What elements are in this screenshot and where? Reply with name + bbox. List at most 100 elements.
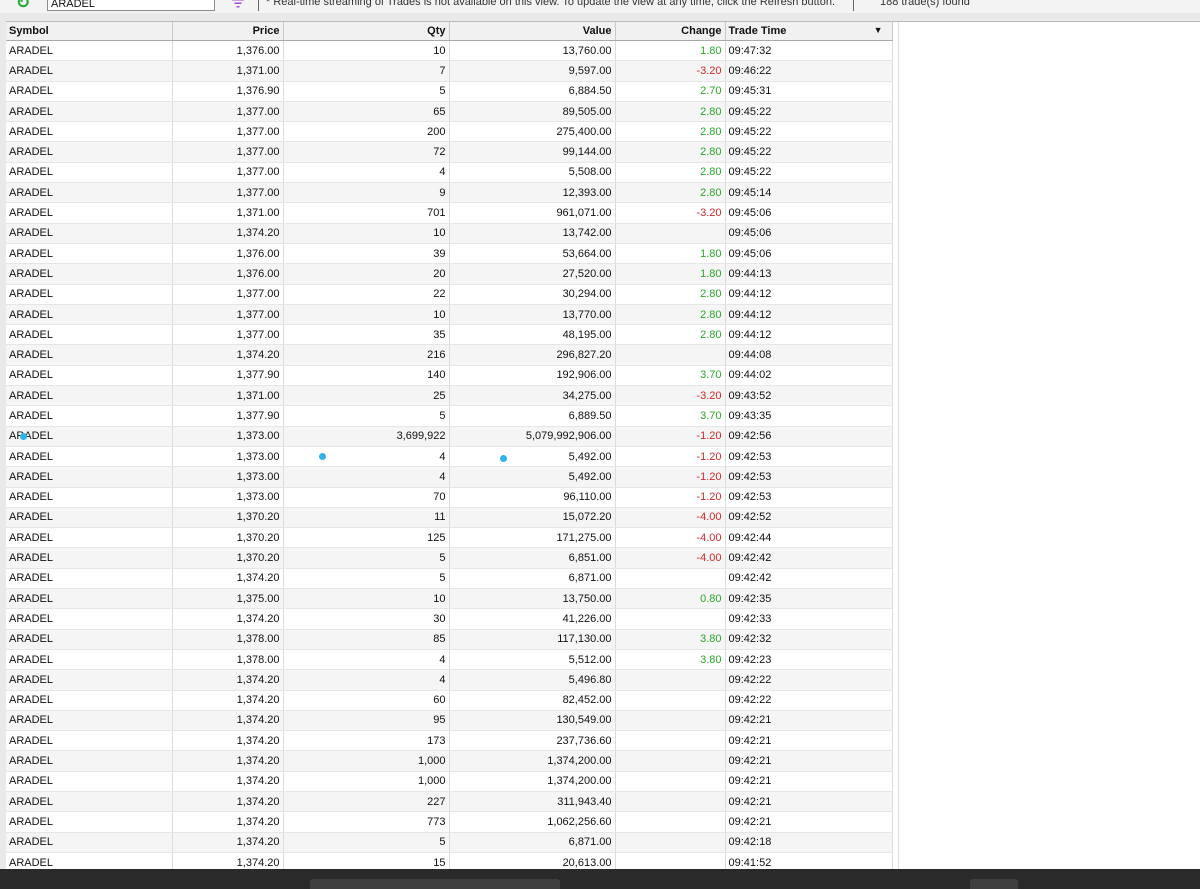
cell-qty: 15 — [283, 852, 450, 869]
cell-change: -1.20 — [615, 466, 726, 488]
table-row[interactable]: ARADEL 1,373.00 4 5,492.00 -1.20 09:42:53 — [6, 446, 893, 468]
cell-trade-time: 09:42:52 — [725, 507, 893, 529]
table-row[interactable]: ARADEL 1,374.20 30 41,226.00 09:42:33 — [6, 608, 893, 630]
table-row[interactable]: ARADEL 1,374.20 5 6,871.00 09:42:42 — [6, 568, 893, 590]
cell-symbol: ARADEL — [6, 101, 173, 123]
symbol-search-input[interactable] — [47, 0, 215, 11]
table-row[interactable]: ARADEL 1,377.00 35 48,195.00 2.80 09:44:12 — [6, 324, 893, 346]
table-row[interactable]: ARADEL 1,378.00 85 117,130.00 3.80 09:42:32 — [6, 629, 893, 650]
cell-value: 171,275.00 — [449, 527, 616, 549]
table-row[interactable]: ARADEL 1,377.90 5 6,889.50 3.70 09:43:35 — [6, 405, 893, 427]
cell-price: 1,374.20 — [172, 690, 284, 711]
table-row[interactable]: ARADEL 1,371.00 701 961,071.00 -3.20 09:45:06 — [6, 202, 893, 224]
table-row[interactable]: ARADEL 1,377.00 9 12,393.00 2.80 09:45:14 — [6, 182, 893, 204]
cell-trade-time: 09:45:14 — [725, 182, 893, 204]
cell-price: 1,371.00 — [172, 60, 284, 82]
cell-change — [615, 750, 726, 772]
cell-symbol: ARADEL — [6, 141, 173, 163]
cell-value: 15,072.20 — [449, 507, 616, 529]
table-row[interactable]: ARADEL 1,377.00 65 89,505.00 2.80 09:45:22 — [6, 101, 893, 123]
taskbar-app[interactable] — [970, 879, 1018, 889]
table-row[interactable]: ARADEL 1,374.20 216 296,827.20 09:44:08 — [6, 344, 893, 366]
cell-price: 1,373.00 — [172, 487, 284, 508]
table-row[interactable]: ARADEL 1,375.00 10 13,750.00 0.80 09:42:35 — [6, 588, 893, 610]
cell-value: 96,110.00 — [449, 487, 616, 508]
cell-symbol: ARADEL — [6, 649, 173, 671]
cell-trade-time: 09:42:21 — [725, 710, 893, 732]
sort-desc-icon[interactable]: ▼ — [874, 25, 883, 35]
table-row[interactable]: ARADEL 1,377.00 4 5,508.00 2.80 09:45:22 — [6, 162, 893, 184]
cell-qty: 20 — [283, 263, 450, 285]
table-row[interactable]: ARADEL 1,378.00 4 5,512.00 3.80 09:42:23 — [6, 649, 893, 671]
table-row[interactable]: ARADEL 1,377.00 22 30,294.00 2.80 09:44:12 — [6, 284, 893, 305]
cell-change — [615, 791, 726, 813]
column-header-price[interactable]: Price — [172, 22, 284, 41]
column-header-value[interactable]: Value — [449, 22, 616, 41]
taskbar-app[interactable] — [310, 879, 560, 889]
table-row[interactable]: ARADEL 1,377.00 72 99,144.00 2.80 09:45:22 — [6, 141, 893, 163]
cell-trade-time: 09:45:22 — [725, 162, 893, 184]
refresh-button[interactable]: ↻ — [14, 0, 32, 12]
cell-change: -1.20 — [615, 426, 726, 447]
cell-value: 13,770.00 — [449, 304, 616, 326]
cell-qty: 10 — [283, 223, 450, 244]
table-row[interactable]: ARADEL 1,370.20 5 6,851.00 -4.00 09:42:42 — [6, 547, 893, 569]
cell-trade-time: 09:42:21 — [725, 811, 893, 833]
cell-value: 5,508.00 — [449, 162, 616, 184]
cell-price: 1,377.00 — [172, 324, 284, 346]
table-row[interactable]: ARADEL 1,376.90 5 6,884.50 2.70 09:45:31 — [6, 81, 893, 102]
table-row[interactable]: ARADEL 1,374.20 95 130,549.00 09:42:21 — [6, 710, 893, 732]
table-row[interactable]: ARADEL 1,373.00 3,699,922 5,079,992,906.00-… — [6, 426, 893, 447]
column-header-change[interactable]: Change — [615, 22, 726, 41]
cell-qty: 4 — [283, 162, 450, 184]
table-row[interactable]: ARADEL 1,374.20 173 237,736.60 09:42:21 — [6, 730, 893, 752]
table-row[interactable]: ARADEL 1,373.00 70 96,110.00 -1.20 09:42:53 — [6, 487, 893, 508]
cell-symbol: ARADEL — [6, 263, 173, 285]
cell-change — [615, 608, 726, 630]
cell-price: 1,370.20 — [172, 527, 284, 549]
cell-change: 1.80 — [615, 40, 726, 62]
cell-qty: 1,000 — [283, 750, 450, 772]
table-row[interactable]: ARADEL 1,374.20 227 311,943.40 09:42:21 — [6, 791, 893, 813]
cell-change: 1.80 — [615, 243, 726, 265]
column-header-qty[interactable]: Qty — [283, 22, 450, 41]
table-row[interactable]: ARADEL 1,377.00 10 13,770.00 2.80 09:44:12 — [6, 304, 893, 326]
trade-time-label: Trade Time — [728, 25, 787, 37]
cell-trade-time: 09:47:32 — [725, 40, 893, 62]
table-row[interactable]: ARADEL 1,376.00 39 53,664.00 1.80 09:45:06 — [6, 243, 893, 265]
cell-change — [615, 811, 726, 833]
cell-value: 6,884.50 — [449, 81, 616, 102]
table-row[interactable]: ARADEL 1,374.20 60 82,452.00 09:42:22 — [6, 690, 893, 711]
table-row[interactable]: ARADEL 1,374.20 1,000 1,374,200.00 09:42:21 — [6, 771, 893, 792]
table-row[interactable]: ARADEL 1,374.20 4 5,496.80 09:42:22 — [6, 669, 893, 691]
cell-value: 5,512.00 — [449, 649, 616, 671]
cell-symbol: ARADEL — [6, 121, 173, 143]
table-row[interactable]: ARADEL 1,376.00 10 13,760.00 1.80 09:47:32 — [6, 40, 893, 62]
table-row[interactable]: ARADEL 1,376.00 20 27,520.00 1.80 09:44:13 — [6, 263, 893, 285]
column-header-symbol[interactable]: Symbol — [6, 22, 173, 41]
table-row[interactable]: ARADEL 1,374.20 10 13,742.00 09:45:06 — [6, 223, 893, 244]
table-row[interactable]: ARADEL 1,377.90 140 192,906.00 3.70 09:44:02 — [6, 365, 893, 387]
cell-change: -1.20 — [615, 446, 726, 468]
table-row[interactable]: ARADEL 1,377.00 200 275,400.00 2.80 09:45:22 — [6, 121, 893, 143]
table-row[interactable]: ARADEL 1,374.20 5 6,871.00 09:42:18 — [6, 832, 893, 853]
table-row[interactable]: ARADEL 1,371.00 7 9,597.00 -3.20 09:46:22 — [6, 60, 893, 82]
cell-trade-time: 09:44:12 — [725, 284, 893, 305]
cell-trade-time: 09:42:56 — [725, 426, 893, 447]
cell-qty: 39 — [283, 243, 450, 265]
table-row[interactable]: ARADEL 1,374.20 15 20,613.00 09:41:52 — [6, 852, 893, 869]
cell-trade-time: 09:44:02 — [725, 365, 893, 387]
table-row[interactable]: ARADEL 1,374.20 1,000 1,374,200.00 09:42:21 — [6, 750, 893, 772]
cell-qty: 125 — [283, 527, 450, 549]
table-row[interactable]: ARADEL 1,371.00 25 34,275.00 -3.20 09:43:52 — [6, 385, 893, 407]
cell-price: 1,377.00 — [172, 141, 284, 163]
cell-qty: 11 — [283, 507, 450, 529]
filter-icon[interactable] — [232, 0, 244, 9]
table-row[interactable]: ARADEL 1,370.20 11 15,072.20 -4.00 09:42:52 — [6, 507, 893, 529]
column-header-trade-time[interactable]: Trade Time ▼ — [725, 22, 893, 41]
cell-change: 3.80 — [615, 649, 726, 671]
table-row[interactable]: ARADEL 1,374.20 773 1,062,256.60 09:42:21 — [6, 811, 893, 833]
table-row[interactable]: ARADEL 1,373.00 4 5,492.00 -1.20 09:42:53 — [6, 466, 893, 488]
cell-trade-time: 09:42:44 — [725, 527, 893, 549]
table-row[interactable]: ARADEL 1,370.20 125 171,275.00 -4.00 09:42:44 — [6, 527, 893, 549]
